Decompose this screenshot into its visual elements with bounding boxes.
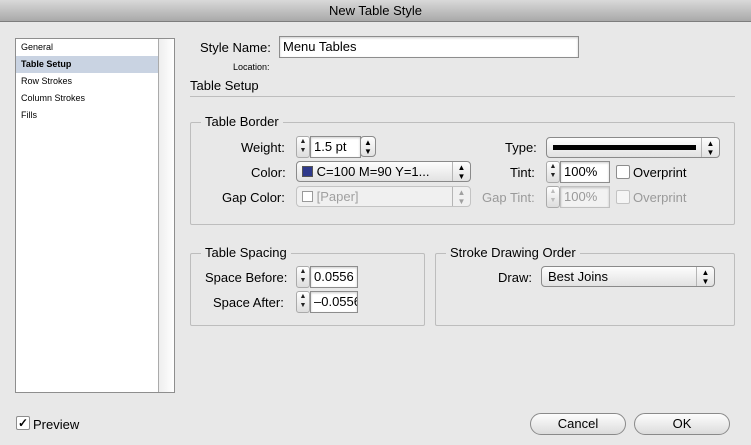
gap-tint-input[interactable]: 100%: [560, 186, 610, 208]
color-dropdown[interactable]: C=100 M=90 Y=1... ▲ ▼: [296, 161, 471, 182]
sidebar-item-row-strokes[interactable]: Row Strokes: [16, 73, 158, 90]
section-title: Table Setup: [190, 78, 259, 93]
sidebar-item-table-setup[interactable]: Table Setup: [16, 56, 158, 73]
preview-checkbox[interactable]: ✓: [16, 416, 30, 430]
chevron-updown-icon: ▲ ▼: [452, 187, 470, 206]
gap-color-dropdown[interactable]: [Paper] ▲ ▼: [296, 186, 471, 207]
window-title: New Table Style: [0, 0, 751, 22]
stroke-order-title: Stroke Drawing Order: [446, 245, 580, 260]
weight-input[interactable]: 1.5 pt: [310, 136, 361, 158]
style-name-label: Style Name:: [200, 40, 271, 55]
space-after-input[interactable]: –0.0556: [310, 291, 358, 313]
draw-label: Draw:: [498, 270, 532, 285]
space-after-label: Space After:: [213, 295, 284, 310]
draw-value: Best Joins: [548, 269, 608, 284]
gap-overprint-checkbox[interactable]: [616, 190, 630, 204]
gap-tint-label: Gap Tint:: [482, 190, 535, 205]
sidebar-item-general[interactable]: General: [16, 39, 158, 56]
ok-button[interactable]: OK: [634, 413, 730, 435]
gap-color-label: Gap Color:: [222, 190, 285, 205]
space-after-stepper[interactable]: ▲ ▼: [296, 291, 310, 313]
type-label: Type:: [505, 140, 537, 155]
overprint-label: Overprint: [633, 165, 687, 180]
chevron-updown-icon: ▲ ▼: [452, 162, 470, 181]
space-before-label: Space Before:: [205, 270, 288, 285]
table-spacing-group: [190, 253, 425, 326]
stroke-type-preview: [553, 145, 696, 150]
weight-dropdown[interactable]: ▲ ▼: [360, 136, 376, 157]
stroke-order-group: [435, 253, 735, 326]
chevron-updown-icon: ▲ ▼: [701, 138, 719, 157]
section-divider: [190, 96, 735, 97]
tint-input[interactable]: 100%: [560, 161, 610, 183]
color-value: C=100 M=90 Y=1...: [316, 164, 430, 179]
sidebar-item-fills[interactable]: Fills: [16, 107, 158, 124]
table-spacing-title: Table Spacing: [201, 245, 291, 260]
location-label: Location:: [233, 62, 270, 72]
chevron-updown-icon: ▲ ▼: [696, 267, 714, 286]
style-name-input[interactable]: Menu Tables: [279, 36, 579, 58]
gap-overprint-label: Overprint: [633, 190, 687, 205]
tint-stepper[interactable]: ▲ ▼: [546, 161, 560, 183]
tint-label: Tint:: [510, 165, 535, 180]
weight-stepper[interactable]: ▲ ▼: [296, 136, 310, 158]
chevron-updown-icon: ▲ ▼: [364, 138, 372, 156]
draw-dropdown[interactable]: Best Joins ▲ ▼: [541, 266, 715, 287]
paper-swatch-icon: [302, 191, 313, 202]
category-list-items: General Table Setup Row Strokes Column S…: [16, 39, 158, 392]
color-swatch-icon: [302, 166, 313, 177]
sidebar-item-column-strokes[interactable]: Column Strokes: [16, 90, 158, 107]
space-before-stepper[interactable]: ▲ ▼: [296, 266, 310, 288]
color-label: Color:: [251, 165, 286, 180]
sidebar-scrollbar[interactable]: [158, 39, 174, 392]
overprint-checkbox[interactable]: [616, 165, 630, 179]
weight-label: Weight:: [241, 140, 285, 155]
category-list: General Table Setup Row Strokes Column S…: [15, 38, 175, 393]
preview-label: Preview: [33, 417, 80, 432]
gap-tint-stepper[interactable]: ▲ ▼: [546, 186, 560, 208]
cancel-button[interactable]: Cancel: [530, 413, 626, 435]
table-border-title: Table Border: [201, 114, 283, 129]
gap-color-value: [Paper]: [316, 189, 359, 204]
space-before-input[interactable]: 0.0556: [310, 266, 358, 288]
type-dropdown[interactable]: ▲ ▼: [546, 137, 720, 158]
